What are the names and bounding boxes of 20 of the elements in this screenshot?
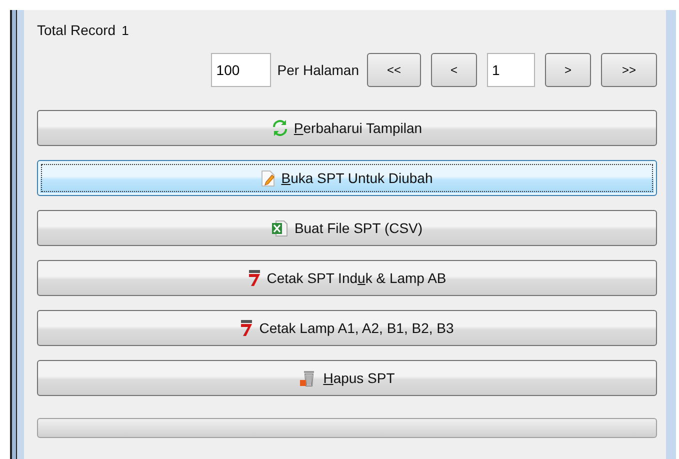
pdf-icon <box>248 270 261 286</box>
document-pencil-icon <box>261 170 276 186</box>
action-button[interactable]: Perbaharui Tampilan <box>37 110 657 146</box>
total-record-label: Total Record <box>37 22 116 38</box>
action-button[interactable]: Hapus SPT <box>37 360 657 396</box>
next-page-button[interactable]: > <box>545 53 591 87</box>
previous-page-button[interactable]: < <box>431 53 477 87</box>
last-page-button[interactable]: >> <box>601 53 657 87</box>
action-button[interactable]: Cetak SPT Induk & Lamp AB <box>37 260 657 296</box>
per-page-label: Per Halaman <box>277 62 359 78</box>
action-button[interactable]: Buka SPT Untuk Diubah <box>37 160 657 196</box>
pdf-icon <box>240 320 254 336</box>
total-record-value: 1 <box>122 23 129 38</box>
action-button[interactable]: Cetak Lamp A1, A2, B1, B2, B3 <box>37 310 657 346</box>
action-button[interactable]: Buat File SPT (CSV) <box>37 210 657 246</box>
first-page-button[interactable]: << <box>367 53 421 87</box>
spreadsheet-icon <box>271 220 288 236</box>
page-number-field[interactable]: 1 <box>487 53 535 87</box>
refresh-icon <box>272 120 288 136</box>
page-size-field[interactable]: 100 <box>211 53 272 87</box>
